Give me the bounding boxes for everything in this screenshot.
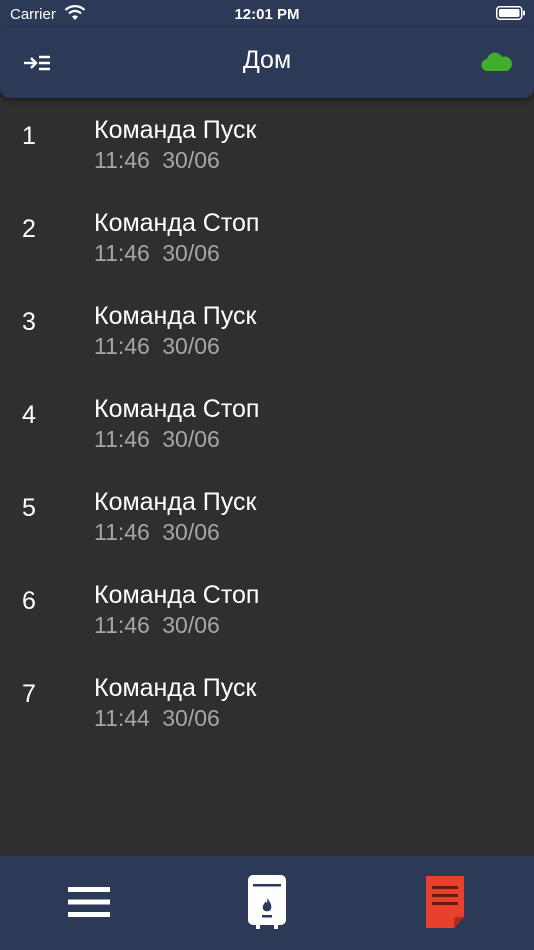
event-title: Команда Пуск — [94, 488, 257, 516]
tab-menu[interactable] — [59, 872, 119, 932]
tab-log[interactable] — [415, 872, 475, 932]
list-item[interactable]: 1 Команда Пуск 11:46 30/06 — [0, 112, 534, 205]
event-timestamp: 11:46 30/06 — [94, 240, 220, 266]
list-item[interactable]: 6 Команда Стоп 11:46 30/06 — [0, 577, 534, 670]
status-bar: Carrier 12:01 PM — [0, 0, 534, 28]
event-index: 5 — [22, 494, 36, 522]
boiler-icon — [248, 875, 286, 929]
event-title: Команда Пуск — [94, 302, 257, 330]
event-title: Команда Пуск — [94, 116, 257, 144]
list-item[interactable]: 7 Команда Пуск 11:44 30/06 — [0, 670, 534, 763]
event-index: 1 — [22, 122, 36, 150]
list-item[interactable]: 5 Команда Пуск 11:46 30/06 — [0, 484, 534, 577]
page-title: Дом — [242, 46, 292, 74]
event-title: Команда Стоп — [94, 581, 260, 609]
event-title: Команда Пуск — [94, 674, 257, 702]
status-time: 12:01 PM — [234, 6, 300, 23]
list-item[interactable]: 3 Команда Пуск 11:46 30/06 — [0, 298, 534, 391]
event-title: Команда Стоп — [94, 209, 260, 237]
event-timestamp: 11:46 30/06 — [94, 147, 220, 173]
event-index: 3 — [22, 308, 36, 336]
event-index: 2 — [22, 215, 36, 243]
event-index: 4 — [22, 401, 36, 429]
list-item[interactable]: 2 Команда Стоп 11:46 30/06 — [0, 205, 534, 298]
event-timestamp: 11:44 30/06 — [94, 705, 220, 731]
event-timestamp: 11:46 30/06 — [94, 426, 220, 452]
event-timestamp: 11:46 30/06 — [94, 333, 220, 359]
event-timestamp: 11:46 30/06 — [94, 612, 220, 638]
event-title: Команда Стоп — [94, 395, 260, 423]
event-index: 6 — [22, 587, 36, 615]
battery-icon — [496, 6, 525, 20]
event-timestamp: 11:46 30/06 — [94, 519, 220, 545]
hamburger-menu-icon — [68, 887, 110, 917]
list-item[interactable]: 4 Команда Стоп 11:46 30/06 — [0, 391, 534, 484]
event-log-list: 1 Команда Пуск 11:46 30/06 2 Команда Сто… — [0, 112, 534, 763]
cloud-icon[interactable] — [480, 50, 514, 74]
navigation-bar: Дом — [0, 28, 534, 98]
event-index: 7 — [22, 680, 36, 708]
log-document-icon — [426, 876, 464, 928]
tab-boiler[interactable] — [237, 872, 297, 932]
tab-bar — [0, 856, 534, 950]
